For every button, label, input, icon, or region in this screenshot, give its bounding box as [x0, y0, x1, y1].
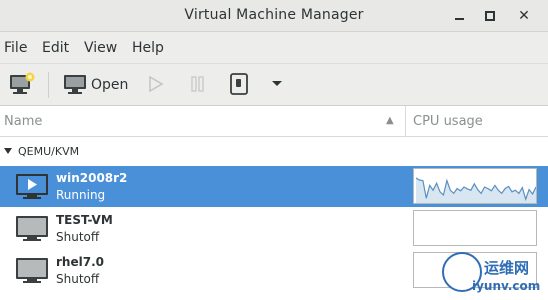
maximize-icon — [485, 11, 495, 21]
shutdown-button[interactable] — [226, 71, 252, 97]
cpu-usage-graph — [413, 168, 537, 204]
power-icon — [230, 73, 248, 95]
connection-label: QEMU/KVM — [18, 145, 80, 158]
watermark: 运维网 iyunv.com — [440, 252, 546, 298]
menu-view[interactable]: View — [84, 40, 117, 56]
maximize-button[interactable] — [480, 6, 500, 26]
vm-shutoff-icon — [16, 216, 48, 241]
new-vm-icon — [10, 72, 35, 94]
minimize-icon — [455, 18, 464, 20]
pause-button[interactable] — [186, 71, 210, 97]
vm-status: Shutoff — [56, 230, 100, 244]
vm-status: Running — [56, 188, 106, 202]
column-header-name[interactable]: Name — [4, 114, 42, 129]
shutdown-menu-button[interactable] — [266, 71, 288, 97]
vm-row-win2008r2[interactable]: win2008r2 Running — [0, 166, 548, 207]
watermark-text: 运维网 — [484, 259, 530, 277]
cpu-usage-sparkline — [415, 177, 536, 203]
chevron-down-icon — [272, 81, 282, 86]
toolbar-separator — [48, 72, 49, 98]
menu-help[interactable]: Help — [132, 40, 164, 56]
column-header-cpu[interactable]: CPU usage — [413, 114, 483, 129]
menu-file[interactable]: File — [4, 40, 27, 56]
close-icon: ✕ — [518, 8, 530, 24]
monitor-icon — [64, 75, 86, 94]
window-titlebar[interactable]: Virtual Machine Manager ✕ — [0, 0, 548, 32]
open-button-label: Open — [91, 77, 129, 93]
connection-group-qemu[interactable]: QEMU/KVM — [0, 140, 548, 166]
close-button[interactable]: ✕ — [514, 6, 534, 26]
vm-status: Shutoff — [56, 272, 100, 286]
minimize-button[interactable] — [450, 6, 470, 26]
run-button[interactable] — [144, 71, 168, 97]
sort-ascending-icon: ▲ — [386, 115, 394, 126]
play-icon — [149, 75, 164, 93]
vm-shutoff-icon — [16, 258, 48, 283]
vm-name: rhel7.0 — [56, 255, 104, 269]
cpu-usage-area — [416, 178, 536, 203]
vm-running-icon — [16, 174, 48, 199]
vm-row-test-vm[interactable]: TEST-VM Shutoff — [0, 208, 548, 249]
vm-name: win2008r2 — [56, 171, 128, 185]
menu-bar: File Edit View Help — [0, 32, 548, 64]
menu-edit[interactable]: Edit — [42, 40, 69, 56]
expander-down-icon[interactable] — [4, 148, 12, 154]
new-vm-button[interactable] — [6, 71, 38, 97]
vm-name: TEST-VM — [56, 213, 113, 227]
cpu-usage-graph — [413, 210, 537, 246]
vm-list-header: Name ▲ CPU usage — [0, 106, 548, 137]
watermark-url: iyunv.com — [472, 279, 541, 293]
pause-icon — [191, 76, 204, 92]
toolbar: Open — [0, 64, 548, 106]
column-divider[interactable] — [405, 106, 406, 136]
